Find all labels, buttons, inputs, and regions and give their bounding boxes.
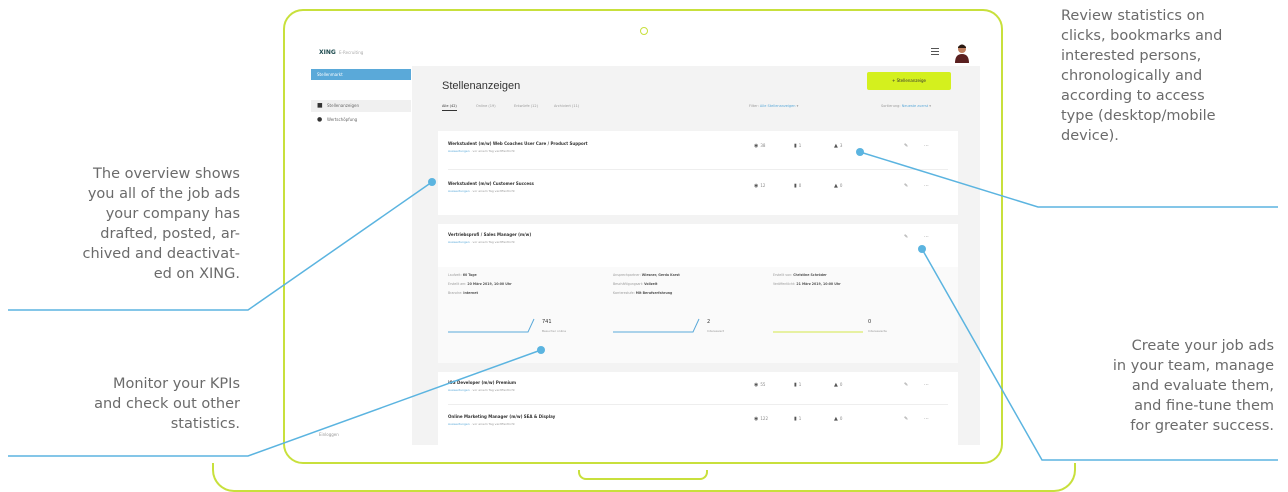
callout-statistics: Review statistics on clicks, bookmarks a… [1061, 8, 1223, 144]
callout-kpis: Monitor your KPIs and check out other st… [94, 376, 240, 432]
leader-dot-create [918, 245, 926, 253]
leader-dot-overview [428, 178, 436, 186]
callout-overview: The overview shows you all of the job ad… [82, 166, 240, 282]
callout-create: Create your job ads in your team, manage… [1112, 338, 1274, 434]
leader-dot-statistics [856, 148, 864, 156]
leader-dot-kpis [537, 346, 545, 354]
leader-line-statistics [859, 151, 1278, 208]
